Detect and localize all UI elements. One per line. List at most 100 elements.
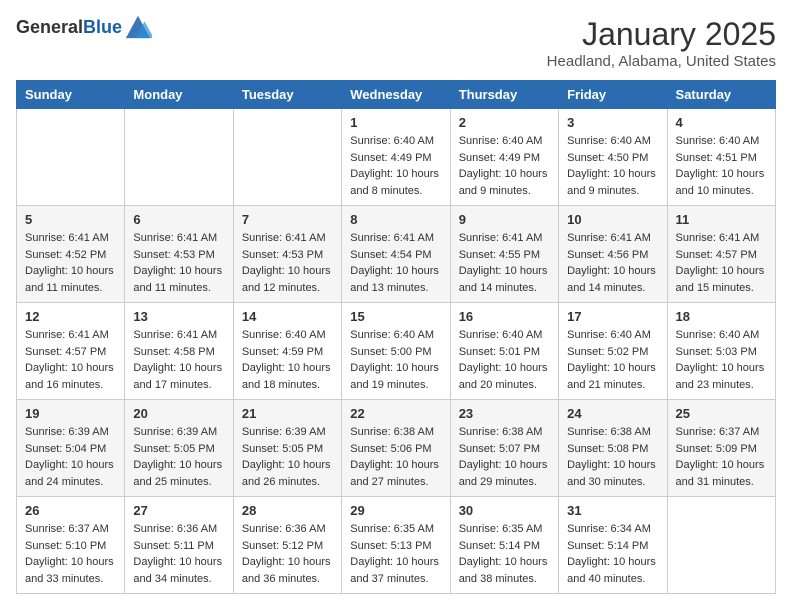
page-header: GeneralBlue January 2025 Headland, Alaba… xyxy=(16,16,776,70)
sunset-text: Sunset: 5:08 PM xyxy=(567,443,648,455)
calendar-cell: 8Sunrise: 6:41 AMSunset: 4:54 PMDaylight… xyxy=(342,206,450,303)
sunrise-text: Sunrise: 6:37 AM xyxy=(676,426,760,438)
sunrise-text: Sunrise: 6:40 AM xyxy=(350,135,434,147)
calendar-week-3: 19Sunrise: 6:39 AMSunset: 5:04 PMDayligh… xyxy=(17,400,776,497)
daylight-text: Daylight: 10 hours and 26 minutes. xyxy=(242,459,331,488)
calendar-cell: 30Sunrise: 6:35 AMSunset: 5:14 PMDayligh… xyxy=(450,497,558,594)
sunset-text: Sunset: 5:14 PM xyxy=(567,540,648,552)
sunset-text: Sunset: 4:57 PM xyxy=(676,249,757,261)
sunrise-text: Sunrise: 6:38 AM xyxy=(350,426,434,438)
calendar-cell: 15Sunrise: 6:40 AMSunset: 5:00 PMDayligh… xyxy=(342,303,450,400)
sunrise-text: Sunrise: 6:39 AM xyxy=(133,426,217,438)
day-number: 5 xyxy=(25,212,116,227)
daylight-text: Daylight: 10 hours and 31 minutes. xyxy=(676,459,765,488)
day-info: Sunrise: 6:41 AMSunset: 4:53 PMDaylight:… xyxy=(133,230,224,296)
day-number: 9 xyxy=(459,212,550,227)
day-info: Sunrise: 6:37 AMSunset: 5:10 PMDaylight:… xyxy=(25,521,116,587)
sunset-text: Sunset: 5:12 PM xyxy=(242,540,323,552)
calendar-cell: 1Sunrise: 6:40 AMSunset: 4:49 PMDaylight… xyxy=(342,109,450,206)
daylight-text: Daylight: 10 hours and 14 minutes. xyxy=(459,265,548,294)
day-info: Sunrise: 6:39 AMSunset: 5:05 PMDaylight:… xyxy=(133,424,224,490)
day-number: 11 xyxy=(676,212,767,227)
sunset-text: Sunset: 5:11 PM xyxy=(133,540,214,552)
sunrise-text: Sunrise: 6:38 AM xyxy=(567,426,651,438)
logo-text: GeneralBlue xyxy=(16,18,122,38)
sunrise-text: Sunrise: 6:41 AM xyxy=(133,232,217,244)
calendar-cell: 29 Sunrise: 6:35 AMSunset: 5:13 PMDayligh… xyxy=(342,497,450,594)
day-number: 2 xyxy=(459,115,550,130)
day-number: 24 xyxy=(567,406,658,421)
sunset-text: Sunset: 4:49 PM xyxy=(350,152,431,164)
calendar-cell: 28Sunrise: 6:36 AMSunset: 5:12 PMDayligh… xyxy=(233,497,341,594)
daylight-text: Daylight: 10 hours and 23 minutes. xyxy=(676,362,765,391)
day-info: Sunrise: 6:36 AMSunset: 5:11 PMDaylight:… xyxy=(133,521,224,587)
weekday-friday: Friday xyxy=(559,81,667,109)
day-number: 30 xyxy=(459,503,550,518)
sunrise-text: Sunrise: 6:40 AM xyxy=(459,135,543,147)
calendar-header: SundayMondayTuesdayWednesdayThursdayFrid… xyxy=(17,81,776,109)
sunrise-text: Sunrise: 6:40 AM xyxy=(567,329,651,341)
sunset-text: Sunset: 5:07 PM xyxy=(459,443,540,455)
daylight-text: Daylight: 10 hours and 10 minutes. xyxy=(676,168,765,197)
sunrise-text: Sunrise: 6:41 AM xyxy=(25,232,109,244)
day-info: Sunrise: 6:37 AMSunset: 5:09 PMDaylight:… xyxy=(676,424,767,490)
day-number: 10 xyxy=(567,212,658,227)
day-number: 15 xyxy=(350,309,441,324)
day-info: Sunrise: 6:35 AMSunset: 5:13 PMDaylight:… xyxy=(350,521,441,587)
daylight-text: Daylight: 10 hours and 12 minutes. xyxy=(242,265,331,294)
daylight-text: Daylight: 10 hours and 36 minutes. xyxy=(242,556,331,585)
daylight-text: Daylight: 10 hours and 24 minutes. xyxy=(25,459,114,488)
day-number: 3 xyxy=(567,115,658,130)
day-number: 13 xyxy=(133,309,224,324)
daylight-text: Daylight: 10 hours and 16 minutes. xyxy=(25,362,114,391)
day-info: Sunrise: 6:41 AMSunset: 4:55 PMDaylight:… xyxy=(459,230,550,296)
sunrise-text: Sunrise: 6:41 AM xyxy=(25,329,109,341)
sunrise-text: Sunrise: 6:39 AM xyxy=(242,426,326,438)
sunrise-text: Sunrise: 6:40 AM xyxy=(676,329,760,341)
sunset-text: Sunset: 4:58 PM xyxy=(133,346,214,358)
calendar-cell: 31Sunrise: 6:34 AMSunset: 5:14 PMDayligh… xyxy=(559,497,667,594)
sunrise-text: Sunrise: 6:36 AM xyxy=(133,523,217,535)
sunset-text: Sunset: 5:06 PM xyxy=(350,443,431,455)
sunrise-text: Sunrise: 6:40 AM xyxy=(567,135,651,147)
day-info: Sunrise: 6:38 AM Sunset: 5:06 PM Daylight:… xyxy=(350,424,441,490)
sunrise-text: Sunrise: 6:35 AM xyxy=(459,523,543,535)
day-number: 29 xyxy=(350,503,441,518)
day-info: Sunrise: 6:38 AMSunset: 5:07 PMDaylight:… xyxy=(459,424,550,490)
daylight-text: Daylight: 10 hours and 18 minutes. xyxy=(242,362,331,391)
day-number: 28 xyxy=(242,503,333,518)
sunrise-text: Sunrise: 6:39 AM xyxy=(25,426,109,438)
daylight-text: Daylight: 10 hours and 20 minutes. xyxy=(459,362,548,391)
calendar-body: 1Sunrise: 6:40 AMSunset: 4:49 PMDaylight… xyxy=(17,109,776,594)
calendar-cell: 2Sunrise: 6:40 AMSunset: 4:49 PMDaylight… xyxy=(450,109,558,206)
day-info: Sunrise: 6:39 AM Sunset: 5:05 PM Daylight:… xyxy=(242,424,333,490)
day-info: Sunrise: 6:41 AMSunset: 4:56 PMDaylight:… xyxy=(567,230,658,296)
day-info: Sunrise: 6:41 AM Sunset: 4:53 PM Daylight:… xyxy=(242,230,333,296)
calendar-cell: 6Sunrise: 6:41 AMSunset: 4:53 PMDaylight… xyxy=(125,206,233,303)
calendar-title: January 2025 xyxy=(547,16,776,53)
calendar-cell: 5Sunrise: 6:41 AMSunset: 4:52 PMDaylight… xyxy=(17,206,125,303)
daylight-text: Daylight: 10 hours and 17 minutes. xyxy=(133,362,222,391)
day-number: 22 xyxy=(350,406,441,421)
day-number: 20 xyxy=(133,406,224,421)
weekday-saturday: Saturday xyxy=(667,81,775,109)
title-section: January 2025 Headland, Alabama, United S… xyxy=(547,16,776,70)
sunset-text: Sunset: 4:53 PM xyxy=(242,249,323,261)
sunset-text: Sunset: 5:05 PM xyxy=(242,443,323,455)
day-info: Sunrise: 6:41 AMSunset: 4:54 PMDaylight:… xyxy=(350,230,441,296)
sunrise-text: Sunrise: 6:38 AM xyxy=(459,426,543,438)
calendar-subtitle: Headland, Alabama, United States xyxy=(547,53,776,70)
daylight-text: Daylight: 10 hours and 11 minutes. xyxy=(25,265,114,294)
calendar-cell: 24Sunrise: 6:38 AMSunset: 5:08 PMDayligh… xyxy=(559,400,667,497)
sunrise-text: Sunrise: 6:41 AM xyxy=(242,232,326,244)
calendar-cell: 23Sunrise: 6:38 AMSunset: 5:07 PMDayligh… xyxy=(450,400,558,497)
sunset-text: Sunset: 5:00 PM xyxy=(350,346,431,358)
day-info: Sunrise: 6:40 AMSunset: 4:59 PMDaylight:… xyxy=(242,327,333,393)
daylight-text: Daylight: 10 hours and 13 minutes. xyxy=(350,265,439,294)
day-info: Sunrise: 6:41 AMSunset: 4:58 PMDaylight:… xyxy=(133,327,224,393)
weekday-tuesday: Tuesday xyxy=(233,81,341,109)
calendar-cell: 16Sunrise: 6:40 AMSunset: 5:01 PMDayligh… xyxy=(450,303,558,400)
day-number: 12 xyxy=(25,309,116,324)
daylight-text: Daylight: 10 hours and 27 minutes. xyxy=(350,459,439,488)
sunset-text: Sunset: 4:51 PM xyxy=(676,152,757,164)
